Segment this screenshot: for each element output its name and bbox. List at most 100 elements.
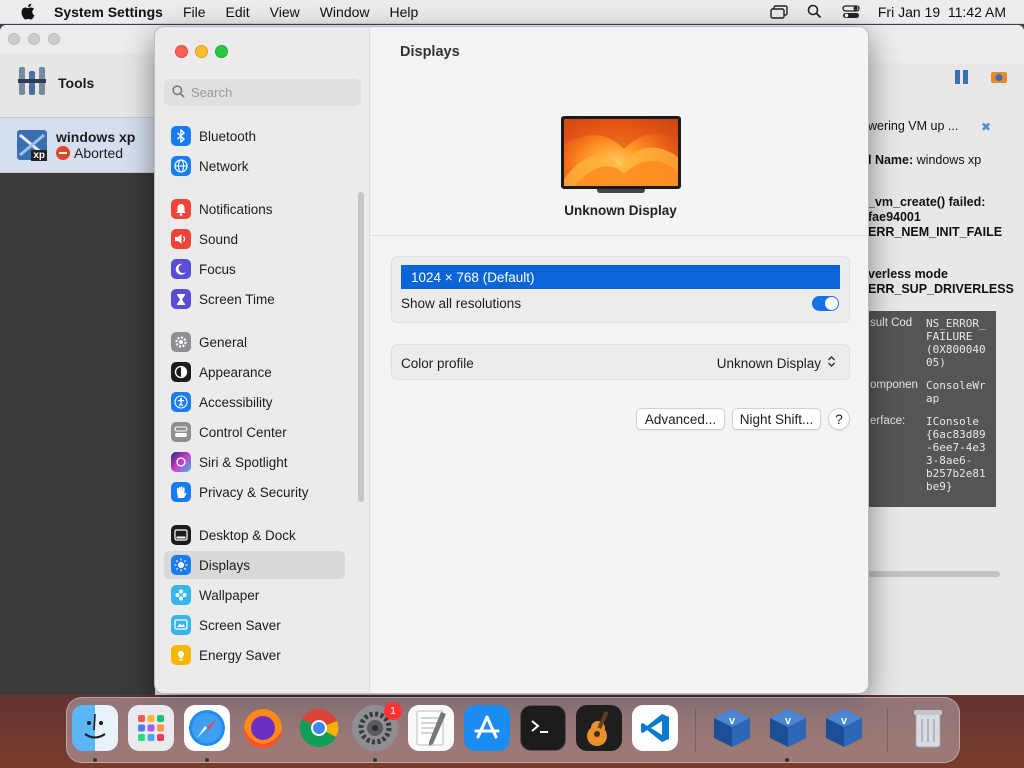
sidebar-item-label: Control Center: [199, 424, 287, 440]
night-shift-button[interactable]: Night Shift...: [732, 408, 821, 430]
sidebar-scrollbar[interactable]: [358, 192, 364, 502]
minimize-button[interactable]: [195, 45, 208, 58]
progress-cancel-icon[interactable]: ✖: [981, 120, 991, 134]
vm-list-item[interactable]: xp windows xp Aborted: [0, 117, 155, 173]
page-title: Displays: [400, 44, 460, 60]
accessibility-icon: [171, 392, 191, 412]
sidebar-item-appearance[interactable]: Appearance: [164, 358, 345, 386]
menu-help[interactable]: Help: [390, 4, 419, 20]
textedit-icon[interactable]: [408, 705, 454, 751]
virtualbox-icon[interactable]: V: [709, 705, 755, 751]
help-button[interactable]: ?: [828, 408, 850, 430]
virtualbox-icon[interactable]: V: [821, 705, 867, 751]
sidebar-item-network[interactable]: Network: [164, 152, 345, 180]
sidebar-item-desktop-dock[interactable]: Desktop & Dock: [164, 521, 345, 549]
resolution-option-selected[interactable]: 1024 × 768 (Default): [401, 265, 840, 289]
zoom-button[interactable]: [215, 45, 228, 58]
menu-app-name[interactable]: System Settings: [54, 4, 163, 20]
display-arrangement-area: Unknown Display: [371, 73, 868, 236]
notification-badge: 1: [384, 702, 402, 720]
launchpad-icon[interactable]: [128, 705, 174, 751]
dock-separator: [695, 708, 696, 752]
vbox-tools-item[interactable]: Tools: [16, 65, 94, 100]
sidebar-item-screen-saver[interactable]: Screen Saver: [164, 611, 345, 639]
detail-label-component: omponen: [870, 379, 918, 391]
dock-icon: [171, 525, 191, 545]
sidebar-item-displays[interactable]: Displays: [164, 551, 345, 579]
tools-label: Tools: [58, 74, 95, 91]
menu-view[interactable]: View: [270, 4, 300, 20]
sidebar-item-label: Displays: [199, 557, 251, 573]
vm-status-label: Aborted: [74, 145, 124, 161]
wallpaper-icon: [171, 585, 191, 605]
sidebar-item-energy-saver[interactable]: Energy Saver: [164, 641, 345, 669]
advanced-button[interactable]: Advanced...: [636, 408, 725, 430]
vbox-horizontal-scrollbar[interactable]: [868, 571, 1000, 577]
screen-mirroring-icon[interactable]: [770, 4, 788, 20]
sidebar-item-wallpaper[interactable]: Wallpaper: [164, 581, 345, 609]
display-preview-icon[interactable]: [561, 116, 681, 189]
spotlight-search-icon[interactable]: [806, 4, 824, 20]
sidebar-item-label: Privacy & Security: [199, 484, 309, 500]
vbox-error-line-3: ERR_NEM_INIT_FAILE: [868, 225, 1003, 239]
sidebar-item-label: Appearance: [199, 364, 272, 380]
sidebar-item-label: Network: [199, 158, 249, 174]
app-store-icon[interactable]: [464, 705, 510, 751]
moon-icon: [171, 259, 191, 279]
vm-name: windows xp: [56, 129, 136, 145]
sidebar-item-control-center[interactable]: Control Center: [164, 418, 345, 446]
battery-icon: [171, 645, 191, 665]
apple-menu-icon[interactable]: [0, 3, 54, 20]
hourglass-icon: [171, 289, 191, 309]
show-all-resolutions-label: Show all resolutions: [401, 295, 522, 311]
sidebar-search[interactable]: [164, 79, 361, 106]
virtualbox-icon[interactable]: V: [765, 705, 811, 751]
show-all-resolutions-toggle[interactable]: [812, 296, 839, 311]
sidebar-item-focus[interactable]: Focus: [164, 255, 345, 283]
dock-running-indicator: [785, 758, 789, 762]
vbox-toolbar-global-icon[interactable]: [990, 69, 1008, 88]
system-settings-icon[interactable]: 1: [352, 702, 402, 751]
sidebar-item-sound[interactable]: Sound: [164, 225, 345, 253]
sidebar-item-label: Sound: [199, 231, 239, 247]
menu-edit[interactable]: Edit: [226, 4, 250, 20]
color-profile-label: Color profile: [401, 355, 474, 371]
screen-saver-icon: [171, 615, 191, 635]
garageband-icon[interactable]: [576, 705, 622, 751]
search-input[interactable]: [191, 85, 351, 100]
sidebar-item-label: Desktop & Dock: [199, 527, 296, 543]
finder-icon[interactable]: [72, 705, 118, 751]
sidebar-item-siri-spotlight[interactable]: Siri & Spotlight: [164, 448, 345, 476]
vbox-toolbar-list-icon[interactable]: [954, 69, 970, 88]
vbox-zoom-button[interactable]: [48, 33, 60, 45]
menu-window[interactable]: Window: [320, 4, 370, 20]
menu-clock[interactable]: Fri Jan 19 11:42 AM: [878, 4, 1006, 20]
color-profile-popup[interactable]: Unknown Display: [717, 355, 840, 371]
sidebar-item-bluetooth[interactable]: Bluetooth: [164, 122, 345, 150]
settings-sidebar: Bluetooth Network Notifications Sound: [155, 27, 370, 693]
firefox-icon[interactable]: [240, 705, 286, 751]
sidebar-item-general[interactable]: General: [164, 328, 345, 356]
vbox-minimize-button[interactable]: [28, 33, 40, 45]
close-button[interactable]: [175, 45, 188, 58]
color-profile-card: Color profile Unknown Display: [391, 344, 850, 380]
sidebar-item-label: Notifications: [199, 201, 273, 217]
control-center-icon[interactable]: [842, 4, 860, 20]
vbox-error-line-1: _vm_create() failed:: [868, 195, 986, 209]
sidebar-item-notifications[interactable]: Notifications: [164, 195, 345, 223]
menu-file[interactable]: File: [183, 4, 206, 20]
vbox-close-button[interactable]: [8, 33, 20, 45]
vbox-error-line-2: fae94001: [868, 210, 921, 224]
sidebar-item-label: Bluetooth: [199, 128, 257, 144]
sidebar-item-screen-time[interactable]: Screen Time: [164, 285, 345, 313]
chrome-icon[interactable]: [296, 705, 342, 751]
safari-icon[interactable]: [184, 705, 230, 751]
vscode-icon[interactable]: [632, 705, 678, 751]
terminal-icon[interactable]: [520, 705, 566, 751]
sidebar-item-label: General: [199, 334, 248, 350]
sidebar-item-privacy-security[interactable]: Privacy & Security: [164, 478, 345, 506]
sidebar-item-accessibility[interactable]: Accessibility: [164, 388, 345, 416]
trash-icon[interactable]: [905, 705, 951, 751]
system-settings-window: Bluetooth Network Notifications Sound: [154, 26, 869, 694]
sidebar-item-label: Screen Time: [199, 291, 275, 307]
